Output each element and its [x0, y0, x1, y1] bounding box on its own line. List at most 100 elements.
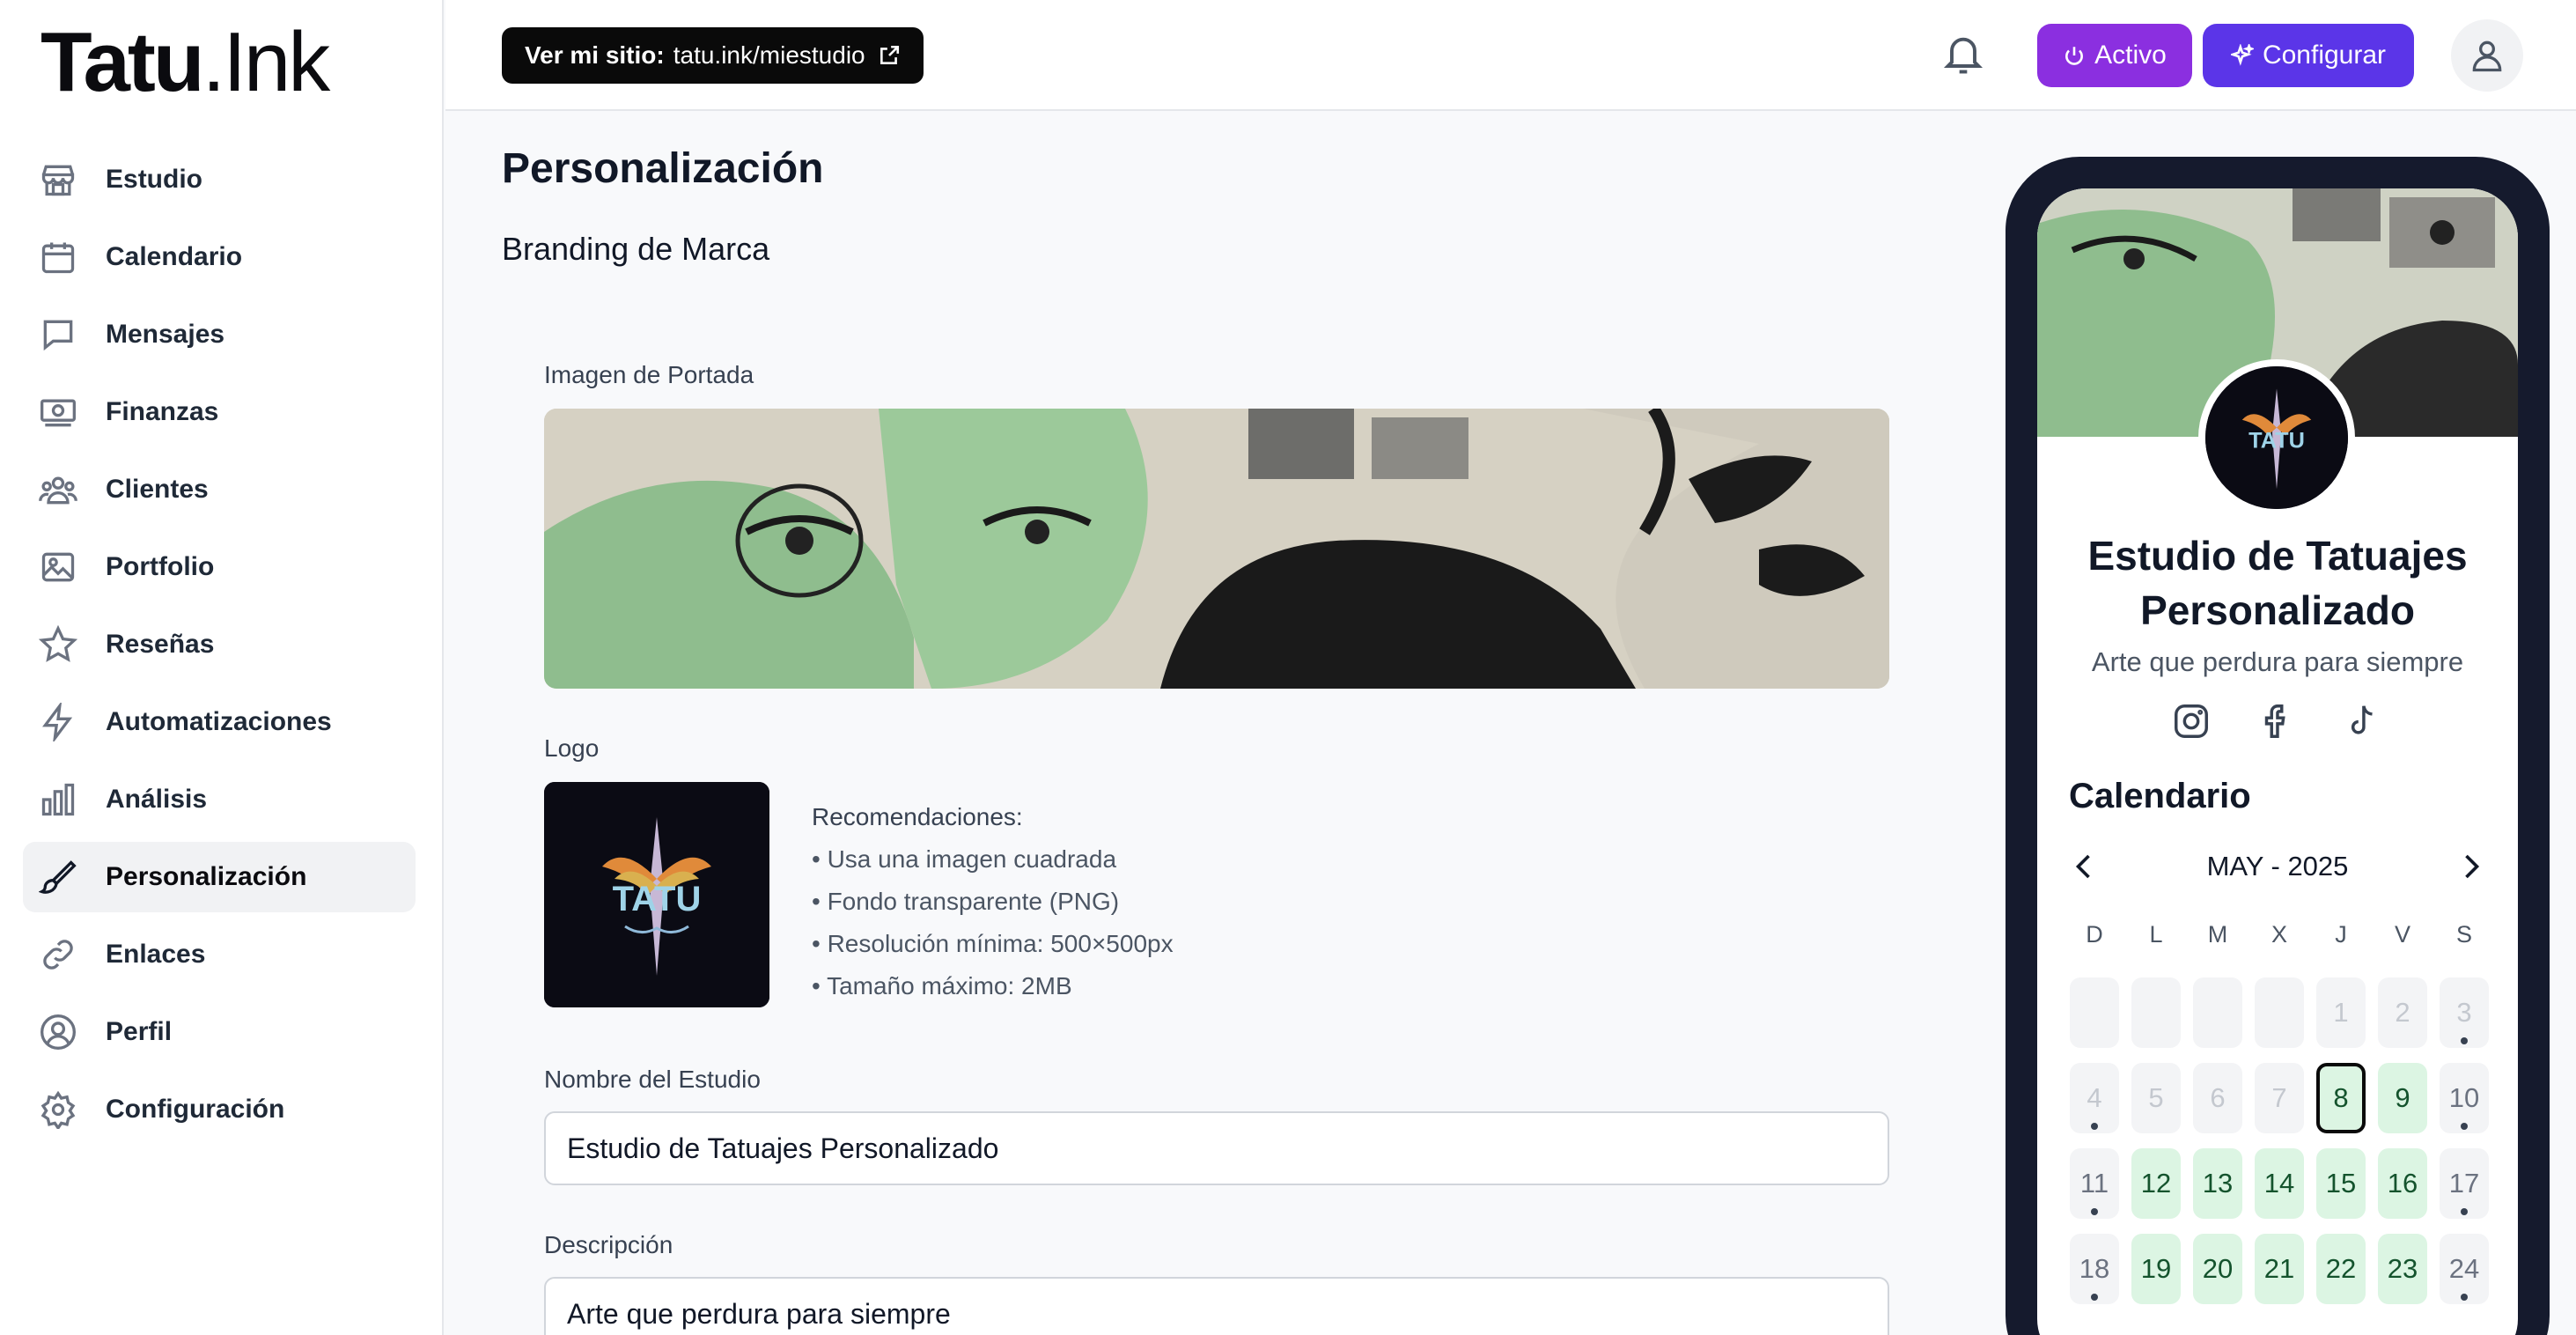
sidebar-item-label: Clientes — [106, 475, 209, 504]
preview-logo-text: TATU — [2248, 428, 2305, 453]
sidebar: Tatu.Ink Estudio Calendario Mensajes Fin… — [0, 0, 444, 1335]
calendar-day[interactable]: 23 — [2378, 1234, 2427, 1304]
studio-name-input[interactable]: Estudio de Tatuajes Personalizado — [544, 1111, 1889, 1185]
calendar-day[interactable]: 16 — [2378, 1148, 2427, 1219]
notifications-button[interactable] — [1940, 32, 1986, 77]
calendar-day-indicator — [2461, 1208, 2468, 1215]
sidebar-item-label: Estudio — [106, 165, 202, 194]
sidebar-item-enlaces[interactable]: Enlaces — [23, 919, 416, 990]
calendar-day-number: 12 — [2140, 1168, 2172, 1199]
logo-upload[interactable]: TATU — [544, 782, 769, 1007]
calendar-day[interactable]: 9 — [2378, 1063, 2427, 1133]
logo-text: TATU — [613, 880, 702, 918]
preview-tagline: Arte que perdura para siempre — [2091, 646, 2464, 677]
weekday-label: S — [2455, 921, 2472, 948]
user-avatar[interactable] — [2451, 19, 2523, 92]
configurar-button[interactable]: Configurar — [2203, 24, 2414, 87]
view-site-button[interactable]: Ver mi sitio: tatu.ink/miestudio — [502, 27, 924, 84]
bar-chart-icon — [41, 783, 75, 816]
gear-icon — [40, 1090, 76, 1129]
calendar-day-number: 4 — [2087, 1082, 2102, 1113]
sidebar-item-label: Calendario — [106, 242, 243, 271]
preview-calendar-grid: 1 2 3 4 5 6 7 8 9 10 11 12 13 14 15 16 17 18 19 20 21 22 23 24 — [2064, 977, 2495, 1319]
power-icon — [2065, 47, 2084, 65]
sidebar-item-finanzas[interactable]: Finanzas — [23, 377, 416, 447]
studio-logo: TATU — [544, 782, 769, 1007]
sidebar-item-resenas[interactable]: Reseñas — [23, 609, 416, 680]
star-icon — [39, 625, 77, 662]
preview-calendar-nav: MAY - 2025 — [2069, 840, 2486, 893]
weekday-label: D — [2086, 921, 2103, 948]
calendar-day[interactable]: 19 — [2131, 1234, 2181, 1304]
instagram-icon[interactable] — [2171, 701, 2212, 741]
calendar-day-number: 9 — [2395, 1082, 2410, 1113]
sidebar-item-estudio[interactable]: Estudio — [23, 144, 416, 215]
sidebar-item-label: Mensajes — [106, 320, 225, 349]
sidebar-item-label: Configuración — [106, 1095, 285, 1124]
calendar-day: 6 — [2193, 1063, 2242, 1133]
description-input[interactable]: Arte que perdura para siempre — [544, 1277, 1889, 1335]
calendar-day-number: 10 — [2448, 1082, 2480, 1113]
calendar-day-number: 14 — [2263, 1168, 2295, 1199]
calendar-day-number: 18 — [2079, 1253, 2110, 1284]
sidebar-item-configuracion[interactable]: Configuración — [23, 1074, 416, 1145]
calendar-day[interactable]: 15 — [2316, 1148, 2366, 1219]
cover-image[interactable] — [544, 409, 1889, 689]
calendar-day: 10 — [2440, 1063, 2489, 1133]
chevron-right-icon[interactable] — [2455, 851, 2486, 882]
store-icon — [41, 165, 75, 196]
sidebar-item-label: Automatizaciones — [106, 707, 332, 736]
sidebar-item-mensajes[interactable]: Mensajes — [23, 299, 416, 370]
brand-logo[interactable]: Tatu.Ink — [40, 16, 330, 109]
calendar-empty-cell — [2131, 977, 2181, 1048]
calendar-day[interactable]: 22 — [2316, 1234, 2366, 1304]
logo-recommendations: Recomendaciones: • Usa una imagen cuadra… — [812, 796, 1174, 1007]
calendar-day[interactable]: 14 — [2255, 1148, 2304, 1219]
sidebar-item-portfolio[interactable]: Portfolio — [23, 532, 416, 602]
recommendation-item: • Usa una imagen cuadrada — [812, 845, 1117, 873]
calendar-day[interactable]: 8 — [2316, 1063, 2366, 1133]
sidebar-item-calendario[interactable]: Calendario — [23, 222, 416, 292]
calendar-day-number: 19 — [2140, 1253, 2172, 1284]
calendar-day[interactable]: 12 — [2131, 1148, 2181, 1219]
link-icon — [43, 940, 73, 970]
calendar-day[interactable]: 21 — [2255, 1234, 2304, 1304]
sidebar-item-personalizacion[interactable]: Personalización — [23, 842, 416, 912]
calendar-day-number: 24 — [2448, 1253, 2480, 1284]
activo-button[interactable]: Activo — [2037, 24, 2192, 87]
sidebar-item-label: Personalización — [106, 862, 307, 891]
calendar-empty-cell — [2255, 977, 2304, 1048]
calendar-day-number: 17 — [2448, 1168, 2480, 1199]
calendar-day[interactable]: 13 — [2193, 1148, 2242, 1219]
view-site-label: Ver mi sitio: — [525, 41, 665, 69]
sidebar-item-label: Reseñas — [106, 630, 215, 659]
chevron-left-icon[interactable] — [2069, 851, 2101, 882]
sidebar-item-analisis[interactable]: Análisis — [23, 764, 416, 835]
recommendation-item: • Tamaño máximo: 2MB — [812, 972, 1072, 999]
preview-calendar-month: MAY - 2025 — [2206, 851, 2349, 881]
calendar-day-number: 2 — [2395, 997, 2410, 1028]
users-icon — [39, 476, 77, 505]
calendar-day-number: 21 — [2263, 1253, 2295, 1284]
paintbrush-icon — [39, 860, 77, 894]
calendar-day-number: 23 — [2387, 1253, 2418, 1284]
calendar-day[interactable]: 20 — [2193, 1234, 2242, 1304]
calendar-day: 3 — [2440, 977, 2489, 1048]
sidebar-item-label: Finanzas — [106, 397, 219, 426]
calendar-day-number: 11 — [2079, 1168, 2109, 1199]
weekday-label: J — [2335, 921, 2347, 948]
sidebar-item-label: Enlaces — [106, 940, 206, 969]
studio-name-label: Nombre del Estudio — [544, 1066, 761, 1093]
tiktok-icon[interactable] — [2342, 701, 2382, 741]
calendar-day: 18 — [2070, 1234, 2119, 1304]
calendar-day: 24 — [2440, 1234, 2489, 1304]
calendar-day-number: 15 — [2325, 1168, 2357, 1199]
sidebar-item-clientes[interactable]: Clientes — [23, 454, 416, 525]
facebook-icon[interactable] — [2256, 701, 2297, 741]
sidebar-item-perfil[interactable]: Perfil — [23, 997, 416, 1067]
preview-logo-art: TATU — [2205, 366, 2348, 509]
sidebar-item-automatizaciones[interactable]: Automatizaciones — [23, 687, 416, 757]
site-url: tatu.ink/miestudio — [673, 41, 865, 69]
zap-icon — [42, 703, 73, 741]
preview-studio-name: Estudio de Tatuajes Personalizado — [2087, 533, 2468, 633]
